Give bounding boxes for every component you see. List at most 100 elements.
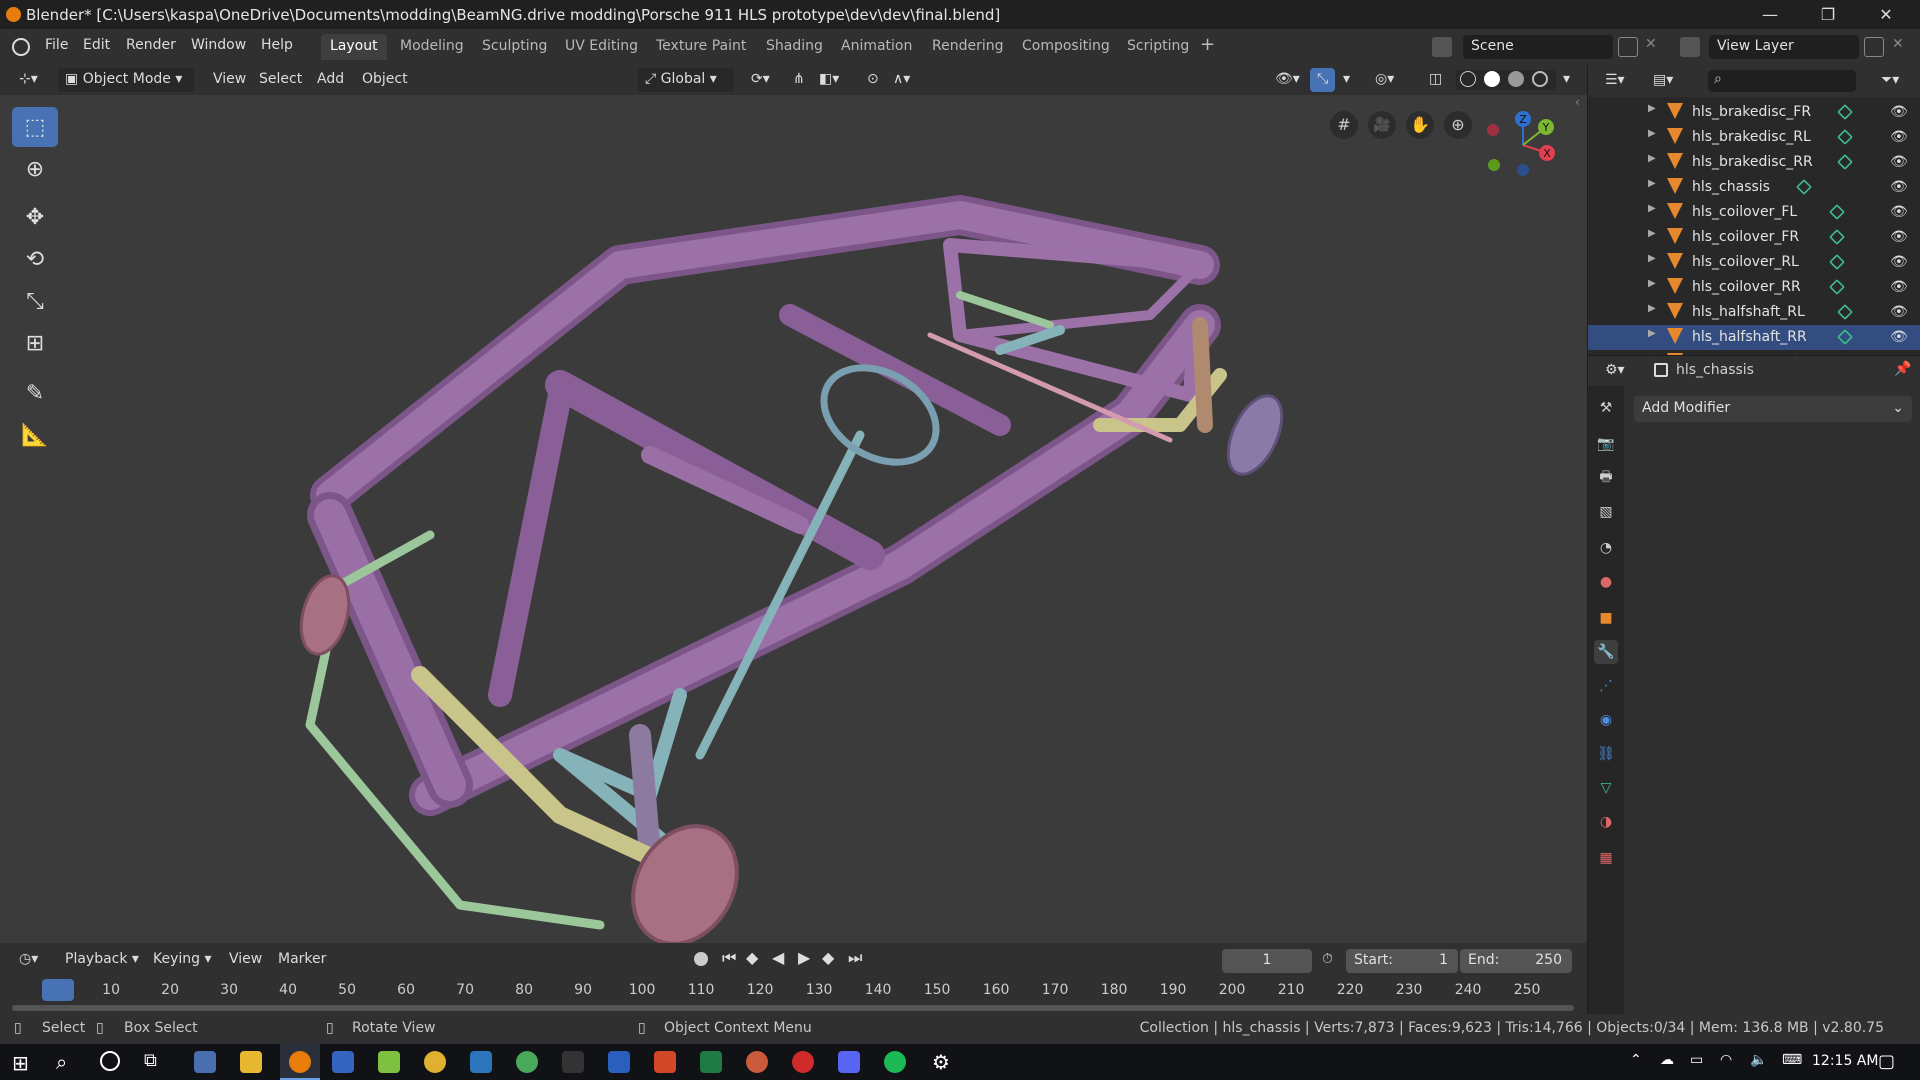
restore-button[interactable]: ❐ [1799, 0, 1857, 29]
visibility-eye-icon[interactable]: 👁 [1890, 179, 1908, 195]
3d-viewport[interactable]: ⬚ ⊕ ✥ ⟲ ⤡ ⊞ ✎ 📐 # 🎥 ✋ ⊕ Z X Y ‹ [0, 95, 1587, 943]
browser-icon[interactable] [746, 1051, 768, 1073]
falloff-icon[interactable]: ∧▾ [886, 68, 917, 92]
output-tab-icon[interactable]: 🖶 [1594, 466, 1618, 490]
notification-center-icon[interactable]: ▢ [1878, 1051, 1895, 1072]
mesh-data-icon[interactable] [1836, 154, 1853, 170]
mesh-data-icon[interactable] [1828, 204, 1845, 220]
expand-arrow-icon[interactable]: ▶ [1648, 328, 1656, 339]
word-icon[interactable] [608, 1051, 630, 1073]
expand-arrow-icon[interactable]: ▶ [1648, 128, 1656, 139]
texture-tab-icon[interactable]: ▦ [1594, 846, 1618, 870]
tab-rendering[interactable]: Rendering [923, 34, 1013, 60]
view-layer-field[interactable]: View Layer [1709, 35, 1859, 59]
scene-selector-icon[interactable] [1432, 37, 1452, 57]
paint-app-icon[interactable] [332, 1051, 354, 1073]
wireframe-shading-icon[interactable] [1460, 71, 1476, 87]
tool-tab-icon[interactable]: ⚒ [1594, 396, 1618, 420]
excel-icon[interactable] [700, 1051, 722, 1073]
expand-arrow-icon[interactable]: ▶ [1648, 253, 1656, 264]
windows-start-icon[interactable]: ⊞ [12, 1051, 29, 1075]
expand-arrow-icon[interactable]: ▶ [1648, 153, 1656, 164]
spotify-icon[interactable] [884, 1051, 906, 1073]
tab-modeling[interactable]: Modeling [391, 34, 473, 60]
playhead[interactable] [42, 979, 74, 1001]
visibility-icon[interactable]: 👁▾ [1268, 68, 1307, 92]
mesh-data-icon[interactable] [1836, 304, 1853, 320]
constraints-tab-icon[interactable]: ⛓ [1594, 742, 1618, 766]
file-explorer-icon[interactable] [240, 1051, 262, 1073]
render-tab-icon[interactable]: 📷 [1594, 432, 1618, 456]
settings-gear-icon[interactable]: ⚙ [932, 1050, 950, 1074]
chrome-icon[interactable] [424, 1051, 446, 1073]
visibility-eye-icon[interactable]: 👁 [1890, 354, 1908, 355]
modifier-tab-icon[interactable]: 🔧 [1594, 640, 1618, 664]
tray-chevron-icon[interactable]: ⌃ [1630, 1052, 1642, 1068]
outliner-item[interactable]: ▶ hls_halfshaft_RL 👁 [1588, 300, 1920, 325]
overlay-toggle-icon[interactable]: ◎▾ [1368, 68, 1401, 92]
close-button[interactable]: ✕ [1857, 0, 1915, 29]
new-view-layer-icon[interactable] [1864, 37, 1884, 57]
expand-arrow-icon[interactable]: ▶ [1648, 303, 1656, 314]
outliner-item[interactable]: ▶ hls_brakedisc_RR 👁 [1588, 150, 1920, 175]
visibility-eye-icon[interactable]: 👁 [1890, 229, 1908, 245]
cortana-icon[interactable] [100, 1051, 120, 1071]
view-layer-icon[interactable] [1680, 37, 1700, 57]
pin-icon[interactable]: 📌 [1894, 361, 1911, 377]
mesh-data-tab-icon[interactable]: ▽ [1594, 776, 1618, 800]
mesh-data-icon[interactable] [1788, 354, 1804, 355]
transform-orientation-dropdown[interactable]: ⤢ Global ▾ [638, 68, 734, 92]
blender-menu-icon[interactable] [12, 38, 30, 56]
outliner-item[interactable]: ▶ hls_brakedisc_RL 👁 [1588, 125, 1920, 150]
snap-icon[interactable]: ⋔ [786, 68, 812, 92]
search-icon[interactable]: ⌕ [56, 1050, 67, 1074]
viewport-menu-add[interactable]: Add [310, 68, 351, 92]
expand-arrow-icon[interactable]: ▶ [1648, 228, 1656, 239]
mesh-data-icon[interactable] [1828, 279, 1845, 295]
expand-arrow-icon[interactable]: ▶ [1648, 178, 1656, 189]
expand-arrow-icon[interactable]: ▶ [1648, 103, 1656, 114]
mesh-data-icon[interactable] [1836, 329, 1853, 345]
mode-dropdown[interactable]: ▣ Object Mode ▾ [58, 68, 194, 92]
menu-edit[interactable]: Edit [83, 37, 110, 53]
tab-scripting[interactable]: Scripting [1118, 34, 1198, 60]
world-tab-icon[interactable]: ● [1594, 570, 1618, 594]
visibility-eye-icon[interactable]: 👁 [1890, 154, 1908, 170]
visibility-eye-icon[interactable]: 👁 [1890, 329, 1908, 345]
view-layer-tab-icon[interactable]: ▧ [1594, 500, 1618, 524]
visibility-eye-icon[interactable]: 👁 [1890, 254, 1908, 270]
notepad-app-icon[interactable] [378, 1051, 400, 1073]
filter-icon[interactable]: ⏷▾ [1874, 69, 1906, 93]
outliner-editor-type-icon[interactable]: ☰▾ [1598, 69, 1632, 93]
visibility-eye-icon[interactable]: 👁 [1890, 104, 1908, 120]
chrome-alt-icon[interactable] [516, 1051, 538, 1073]
visibility-eye-icon[interactable]: 👁 [1890, 129, 1908, 145]
tab-texture-paint[interactable]: Texture Paint [647, 34, 755, 60]
material-tab-icon[interactable]: ◑ [1594, 810, 1618, 834]
expand-arrow-icon[interactable]: ▶ [1648, 278, 1656, 289]
taskbar-clock[interactable]: 12:15 AM [1812, 1053, 1878, 1069]
solid-shading-icon[interactable] [1484, 71, 1500, 87]
new-scene-icon[interactable] [1618, 37, 1638, 57]
minimize-button[interactable]: — [1741, 0, 1799, 29]
outliner-item[interactable]: ▶ hls_hub_FL 👁 [1588, 350, 1920, 355]
mesh-data-icon[interactable] [1828, 254, 1845, 270]
expand-arrow-icon[interactable]: ▶ [1648, 203, 1656, 214]
chassis-model[interactable] [0, 95, 1587, 943]
gizmo-toggle-icon[interactable]: ⤡ [1310, 68, 1336, 92]
particles-tab-icon[interactable]: ⋰ [1594, 674, 1618, 698]
volume-icon[interactable]: 🔈 [1750, 1052, 1767, 1068]
viewport-menu-select[interactable]: Select [252, 68, 309, 92]
add-modifier-dropdown[interactable]: Add Modifier ⌄ [1634, 396, 1912, 422]
tab-uv-editing[interactable]: UV Editing [556, 34, 647, 60]
timeline-scrollbar[interactable] [12, 1005, 1574, 1011]
outliner-item[interactable]: ▶ hls_halfshaft_RR 👁 [1588, 325, 1920, 350]
visibility-eye-icon[interactable]: 👁 [1890, 304, 1908, 320]
physics-tab-icon[interactable]: ◉ [1594, 708, 1618, 732]
photos-app-icon[interactable] [194, 1051, 216, 1073]
outliner-item[interactable]: ▶ hls_coilover_FR 👁 [1588, 225, 1920, 250]
tab-compositing[interactable]: Compositing [1013, 34, 1119, 60]
outliner-search-input[interactable]: ⌕ [1708, 70, 1856, 92]
scene-tab-icon[interactable]: ◔ [1594, 536, 1618, 560]
sidebar-toggle-icon[interactable]: ‹ [1575, 95, 1587, 115]
